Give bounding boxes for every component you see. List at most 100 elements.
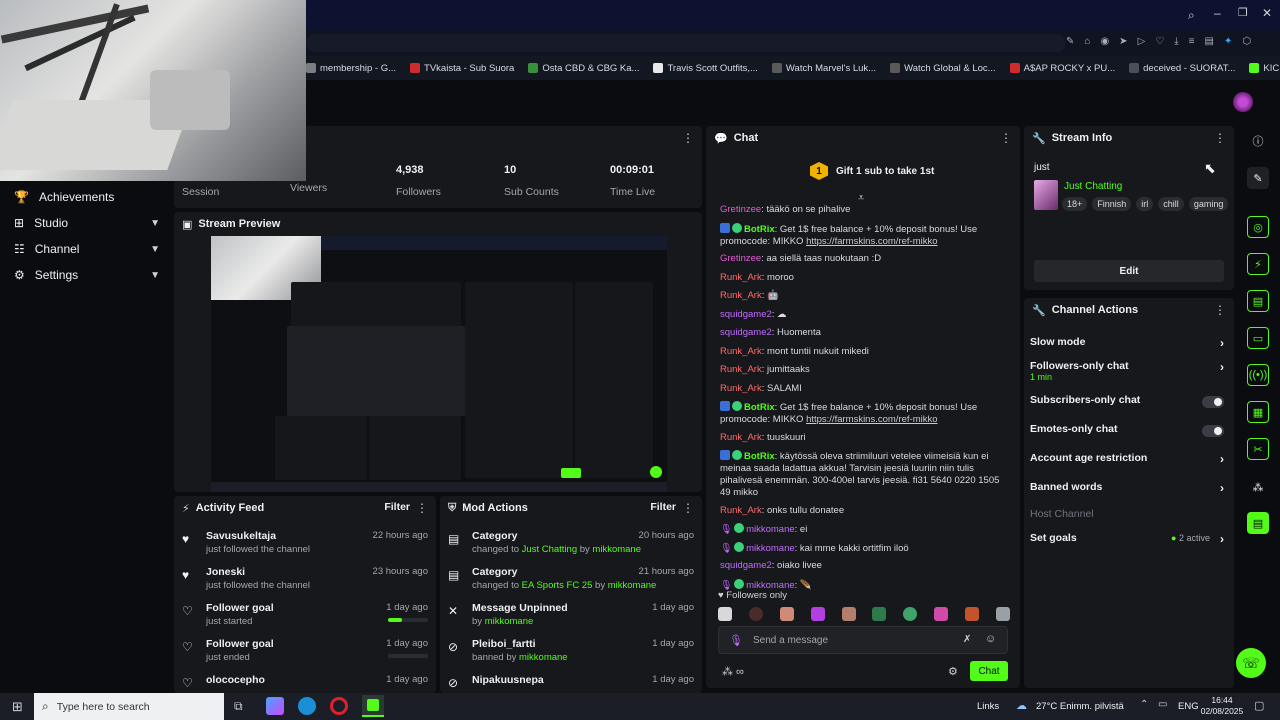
play-icon[interactable]: ▷ xyxy=(1138,36,1146,47)
chat-link[interactable]: https://farmskins.com/ref-mikko xyxy=(806,414,937,425)
notification-icon[interactable]: ▢ xyxy=(1254,699,1264,712)
edit-stream-button[interactable]: Edit xyxy=(1034,260,1224,282)
chat-link[interactable]: https://farmskins.com/ref-mikko xyxy=(806,236,937,247)
stream-tag[interactable]: 18+ xyxy=(1062,197,1088,211)
chevron-up-icon[interactable]: ⌃ xyxy=(1140,699,1148,710)
bookmark-item[interactable]: Watch Marvel's Luk... xyxy=(771,63,876,74)
more-icon[interactable]: ⋮ xyxy=(1214,131,1226,145)
channel-action-subscribers-only-chat[interactable]: Subscribers-only chat xyxy=(1030,394,1224,410)
mod-action-item[interactable]: ▤ Category changed to Just Chatting by mik… xyxy=(448,530,694,564)
mod-action-item[interactable]: ▤ Category changed to EA Sports FC 25 by m… xyxy=(448,566,694,600)
chat-username[interactable]: mikkomane xyxy=(746,524,795,535)
bookmark-item[interactable]: membership - G... xyxy=(306,63,396,74)
chat-username[interactable]: Runk_Ark xyxy=(720,346,762,357)
chat-message[interactable]: squidgame2: ☁ xyxy=(720,309,1006,321)
stream-tag[interactable]: gaming xyxy=(1188,197,1229,211)
emote-icon[interactable] xyxy=(810,607,825,621)
chat-username[interactable]: Gretinzee xyxy=(720,204,761,215)
chat-message[interactable]: Runk_Ark: onks tullu donatee xyxy=(720,505,1006,517)
links-label[interactable]: Links xyxy=(977,701,999,712)
chat-username[interactable]: BotRix xyxy=(744,224,775,235)
activity-filter-button[interactable]: Filter xyxy=(384,501,410,513)
tool-icon[interactable]: ✂ xyxy=(1247,438,1269,460)
activity-item[interactable]: ♡ Follower goal just ended 1 day ago xyxy=(182,638,428,672)
puzzle-icon[interactable]: ⁂ xyxy=(1247,476,1269,498)
channel-action-followers-only-chat[interactable]: Followers-only chat 1 min › xyxy=(1030,360,1224,382)
clapper-icon[interactable]: ▤ xyxy=(1247,512,1269,534)
clock[interactable]: 16:44 02/08/2025 xyxy=(1200,695,1244,717)
smiley-icon[interactable]: ☺ xyxy=(985,633,996,645)
emote-icon[interactable] xyxy=(872,607,887,621)
mod-filter-button[interactable]: Filter xyxy=(650,501,676,513)
chat-emotes-icon[interactable]: ⁂ ∞ xyxy=(722,665,744,678)
menu-icon[interactable]: ≡ xyxy=(1189,36,1195,47)
info-icon[interactable]: ⓘ xyxy=(1247,130,1269,152)
chat-username[interactable]: mikkomane xyxy=(746,543,795,554)
channel-action-set-goals[interactable]: Set goals ● 2 active › xyxy=(1030,532,1224,548)
bookmark-item[interactable]: Travis Scott Outfits,... xyxy=(653,63,758,74)
kick-emote-icon[interactable]: ✗ xyxy=(963,634,971,645)
chat-input[interactable]: 🎙 Send a message ✗ ☺ xyxy=(718,626,1008,654)
network-icon[interactable]: ▭ xyxy=(1158,699,1167,710)
camera-icon[interactable]: ◎ xyxy=(1247,216,1269,238)
chat-message[interactable]: Gretinzee: aa siellä taas nuokutaan :D xyxy=(720,253,1006,265)
chat-message[interactable]: Runk_Ark: jumittaaks xyxy=(720,364,1006,376)
emote-icon[interactable] xyxy=(934,607,949,621)
send-chat-button[interactable]: Chat xyxy=(970,661,1008,681)
emote-icon[interactable] xyxy=(841,607,856,621)
kick-app-icon[interactable] xyxy=(362,695,384,717)
restore-icon[interactable]: ❐ xyxy=(1238,6,1248,19)
preview-video[interactable] xyxy=(211,236,667,492)
chat-username[interactable]: squidgame2 xyxy=(720,327,772,338)
more-icon[interactable]: ⋮ xyxy=(1000,131,1012,145)
download-icon[interactable]: ⤓ xyxy=(1174,36,1178,47)
bookmark-item[interactable]: A$AP ROCKY x PU... xyxy=(1009,63,1115,74)
weather-label[interactable]: 27°C Enimm. pilvistä xyxy=(1036,701,1124,712)
chat-username[interactable]: Runk_Ark xyxy=(720,505,762,516)
chat-username[interactable]: BotRix xyxy=(744,402,775,413)
address-bar[interactable] xyxy=(306,34,1066,52)
activity-item[interactable]: ♡ Follower goal just started 1 day ago xyxy=(182,602,428,636)
mod-action-item[interactable]: ✕ Message Unpinned by mikkomane 1 day ago xyxy=(448,602,694,636)
mod-action-item[interactable]: ⊘ Pleiboi_fartti banned by mikkomane 1 day … xyxy=(448,638,694,672)
stream-tag[interactable]: Finnish xyxy=(1092,197,1132,211)
toggle-switch[interactable] xyxy=(1202,396,1224,408)
chat-message[interactable]: Runk_Ark: tuuskuuri xyxy=(720,432,1006,444)
home-icon[interactable]: ⌂ xyxy=(1084,36,1090,47)
chat-username[interactable]: Runk_Ark xyxy=(720,290,762,301)
chat-username[interactable]: Runk_Ark xyxy=(720,383,762,394)
opera-icon[interactable] xyxy=(330,697,348,715)
chat-message[interactable]: BotRix: käytössä oleva striimiluuri vete… xyxy=(720,450,1006,499)
lightning-icon[interactable]: ⚡ xyxy=(1247,253,1269,275)
more-icon[interactable]: ⋮ xyxy=(416,501,428,515)
chat-message[interactable]: Runk_Ark: SALAMI xyxy=(720,383,1006,395)
chat-username[interactable]: Runk_Ark xyxy=(720,272,762,283)
channel-action-banned-words[interactable]: Banned words › xyxy=(1030,481,1224,497)
channel-action-slow-mode[interactable]: Slow mode › xyxy=(1030,336,1224,352)
category-name[interactable]: Just Chatting xyxy=(1064,181,1122,192)
activity-item[interactable]: ♥ Savusukeltaja just followed the channel 2… xyxy=(182,530,428,564)
document-icon[interactable]: ▤ xyxy=(1247,290,1269,312)
emote-icon[interactable] xyxy=(903,607,918,621)
activity-item[interactable]: ♥ Joneski just followed the channel 23 hour… xyxy=(182,566,428,600)
chat-message[interactable]: squidgame2: Huomenta xyxy=(720,327,1006,339)
nav-settings[interactable]: ⚙ Settings ▼ xyxy=(14,265,164,285)
chat-username[interactable]: Gretinzee xyxy=(720,253,761,264)
support-icon[interactable]: ☏ xyxy=(1236,648,1266,678)
pencil-icon[interactable]: ✎ xyxy=(1247,167,1269,189)
chat-message[interactable]: 🎙 mikkomane: kai mme kakki ortitfim iloö xyxy=(720,541,1006,555)
emote-icon[interactable] xyxy=(748,607,763,621)
bookmark-item[interactable]: Osta CBD & CBG Ka... xyxy=(528,63,639,74)
edge-icon[interactable] xyxy=(298,697,316,715)
chat-username[interactable]: Runk_Ark xyxy=(720,364,762,375)
more-icon[interactable]: ⋮ xyxy=(682,501,694,515)
bookmark-item[interactable]: deceived - SUORAT... xyxy=(1129,63,1235,74)
nav-achievements[interactable]: 🏆 Achievements xyxy=(14,187,164,207)
wallet-icon[interactable]: ▤ xyxy=(1205,36,1214,47)
chat-message[interactable]: Runk_Ark: mont tuntii nukuit mikedi xyxy=(720,346,1006,358)
camera-icon[interactable]: ◉ xyxy=(1100,36,1109,47)
gear-icon[interactable]: ⚙ xyxy=(948,665,958,678)
chat-icon[interactable]: ▭ xyxy=(1247,327,1269,349)
emote-icon[interactable] xyxy=(965,607,979,621)
extension-icon[interactable]: ✦ xyxy=(1224,36,1232,47)
